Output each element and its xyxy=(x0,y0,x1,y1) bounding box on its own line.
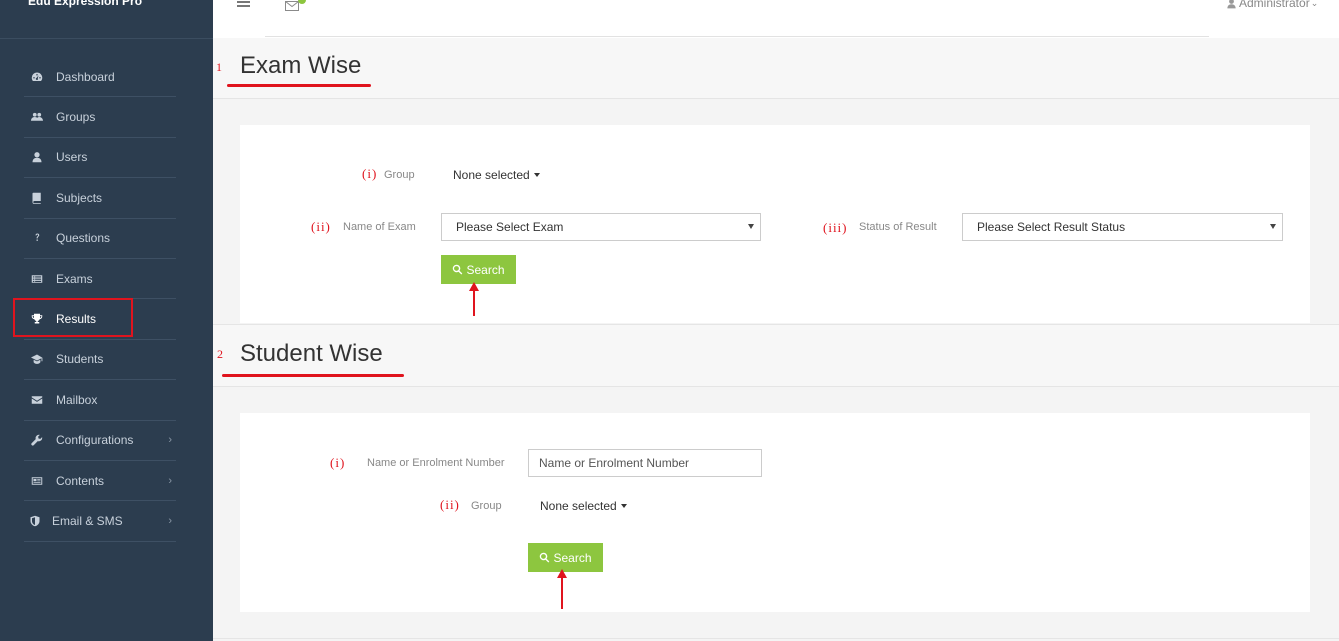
sidebar-item-contents[interactable]: Contents › xyxy=(24,461,176,502)
exam-name-label: Name of Exam xyxy=(343,221,416,233)
sidebar-item-label: Contents xyxy=(56,473,105,488)
sidebar-item-groups[interactable]: Groups xyxy=(24,97,176,138)
annotation-label: (i) xyxy=(362,166,378,181)
annotation-label: (iii) xyxy=(823,220,848,235)
sidebar: Edu Expression Pro Dashboard Groups User… xyxy=(0,0,213,641)
section-title: Student Wise xyxy=(240,340,383,367)
sidebar-item-label: Exams xyxy=(56,271,93,286)
search-button-label: Search xyxy=(553,550,592,565)
annotation-label: (i) xyxy=(330,455,346,470)
dashboard-icon xyxy=(30,70,44,84)
sidebar-item-label: Email & SMS xyxy=(52,513,123,528)
graduation-cap-icon xyxy=(30,352,44,366)
sidebar-item-label: Students xyxy=(56,352,104,367)
exam-search-button[interactable]: Search xyxy=(441,255,516,284)
chevron-right-icon: › xyxy=(168,474,172,487)
sidebar-item-questions[interactable]: Questions xyxy=(24,219,176,259)
annotation-arrow xyxy=(469,282,479,316)
user-icon xyxy=(1227,0,1236,8)
group-multiselect[interactable]: None selected xyxy=(453,168,540,182)
menu-toggle-icon[interactable] xyxy=(237,0,250,9)
group-multiselect-value: None selected xyxy=(453,168,530,182)
chevron-right-icon: › xyxy=(168,434,172,447)
sidebar-item-label: Configurations xyxy=(56,433,134,448)
sidebar-item-label: Subjects xyxy=(56,190,103,205)
select-arrow-icon xyxy=(748,224,754,229)
result-status-label: Status of Result xyxy=(859,221,937,233)
sidebar-item-email-sms[interactable]: Email & SMS › xyxy=(24,501,176,542)
exam-select-value: Please Select Exam xyxy=(456,220,564,234)
search-icon xyxy=(453,264,463,275)
top-bar xyxy=(213,0,1339,38)
mail-icon[interactable] xyxy=(285,0,299,16)
question-icon xyxy=(30,231,44,245)
book-icon xyxy=(30,191,44,205)
user-icon xyxy=(30,150,44,164)
annotation-label: (ii) xyxy=(311,219,331,234)
section-divider xyxy=(213,324,1339,325)
chevron-right-icon: › xyxy=(168,514,172,527)
result-status-value: Please Select Result Status xyxy=(977,220,1126,234)
section-number: 2 xyxy=(217,347,223,361)
sidebar-item-mailbox[interactable]: Mailbox xyxy=(24,380,176,421)
sidebar-item-configurations[interactable]: Configurations › xyxy=(24,421,176,461)
group-multiselect-value: None selected xyxy=(540,499,617,513)
chevron-down-icon: ⌄ xyxy=(1310,0,1319,8)
sidebar-item-subjects[interactable]: Subjects xyxy=(24,178,176,219)
caret-down-icon xyxy=(533,173,540,177)
sidebar-item-label: Groups xyxy=(56,110,96,125)
student-group-multiselect[interactable]: None selected xyxy=(540,499,627,513)
caret-down-icon xyxy=(620,504,627,508)
group-label: Group xyxy=(384,169,415,181)
enrolment-input[interactable] xyxy=(528,449,762,477)
search-button-label: Search xyxy=(466,262,505,277)
result-status-select[interactable]: Please Select Result Status xyxy=(962,213,1283,241)
sidebar-item-students[interactable]: Students xyxy=(24,340,176,381)
section-divider xyxy=(213,386,1339,387)
search-icon xyxy=(540,552,550,563)
sidebar-item-label: Questions xyxy=(56,231,111,246)
sidebar-item-label: Dashboard xyxy=(56,69,115,84)
select-arrow-icon xyxy=(1270,224,1276,229)
shield-icon xyxy=(28,514,42,528)
sidebar-item-exams[interactable]: Exams xyxy=(24,259,176,300)
section-number: 1 xyxy=(216,60,222,74)
student-search-button[interactable]: Search xyxy=(528,543,603,572)
annotation-arrow xyxy=(557,569,567,609)
newspaper-icon xyxy=(30,474,44,488)
group-label: Group xyxy=(471,500,502,512)
results-highlight-box xyxy=(13,298,133,337)
sidebar-item-dashboard[interactable]: Dashboard xyxy=(24,57,176,98)
exam-wise-header xyxy=(213,38,1339,98)
wrench-icon xyxy=(30,433,44,447)
envelope-icon xyxy=(30,393,44,407)
sidebar-item-users[interactable]: Users xyxy=(24,138,176,179)
top-bar-divider xyxy=(265,36,1209,37)
user-name: Administrator xyxy=(1239,0,1310,10)
section-divider xyxy=(213,98,1339,99)
title-underline xyxy=(222,374,404,377)
page-title: Exam Wise xyxy=(240,52,362,79)
sidebar-item-label: Mailbox xyxy=(56,392,98,407)
sidebar-item-label: Users xyxy=(56,150,88,165)
brand-divider xyxy=(0,38,213,39)
brand-name: Edu Expression Pro xyxy=(28,0,143,8)
enrolment-label: Name or Enrolment Number xyxy=(367,457,505,469)
exam-select[interactable]: Please Select Exam xyxy=(441,213,761,241)
annotation-label: (ii) xyxy=(440,497,460,512)
users-group-icon xyxy=(30,110,44,124)
user-menu[interactable]: Administrator ⌄ xyxy=(1226,0,1318,10)
section-divider xyxy=(213,638,1339,639)
title-underline xyxy=(227,84,371,87)
list-icon xyxy=(30,272,44,286)
student-wise-panel xyxy=(240,413,1310,612)
